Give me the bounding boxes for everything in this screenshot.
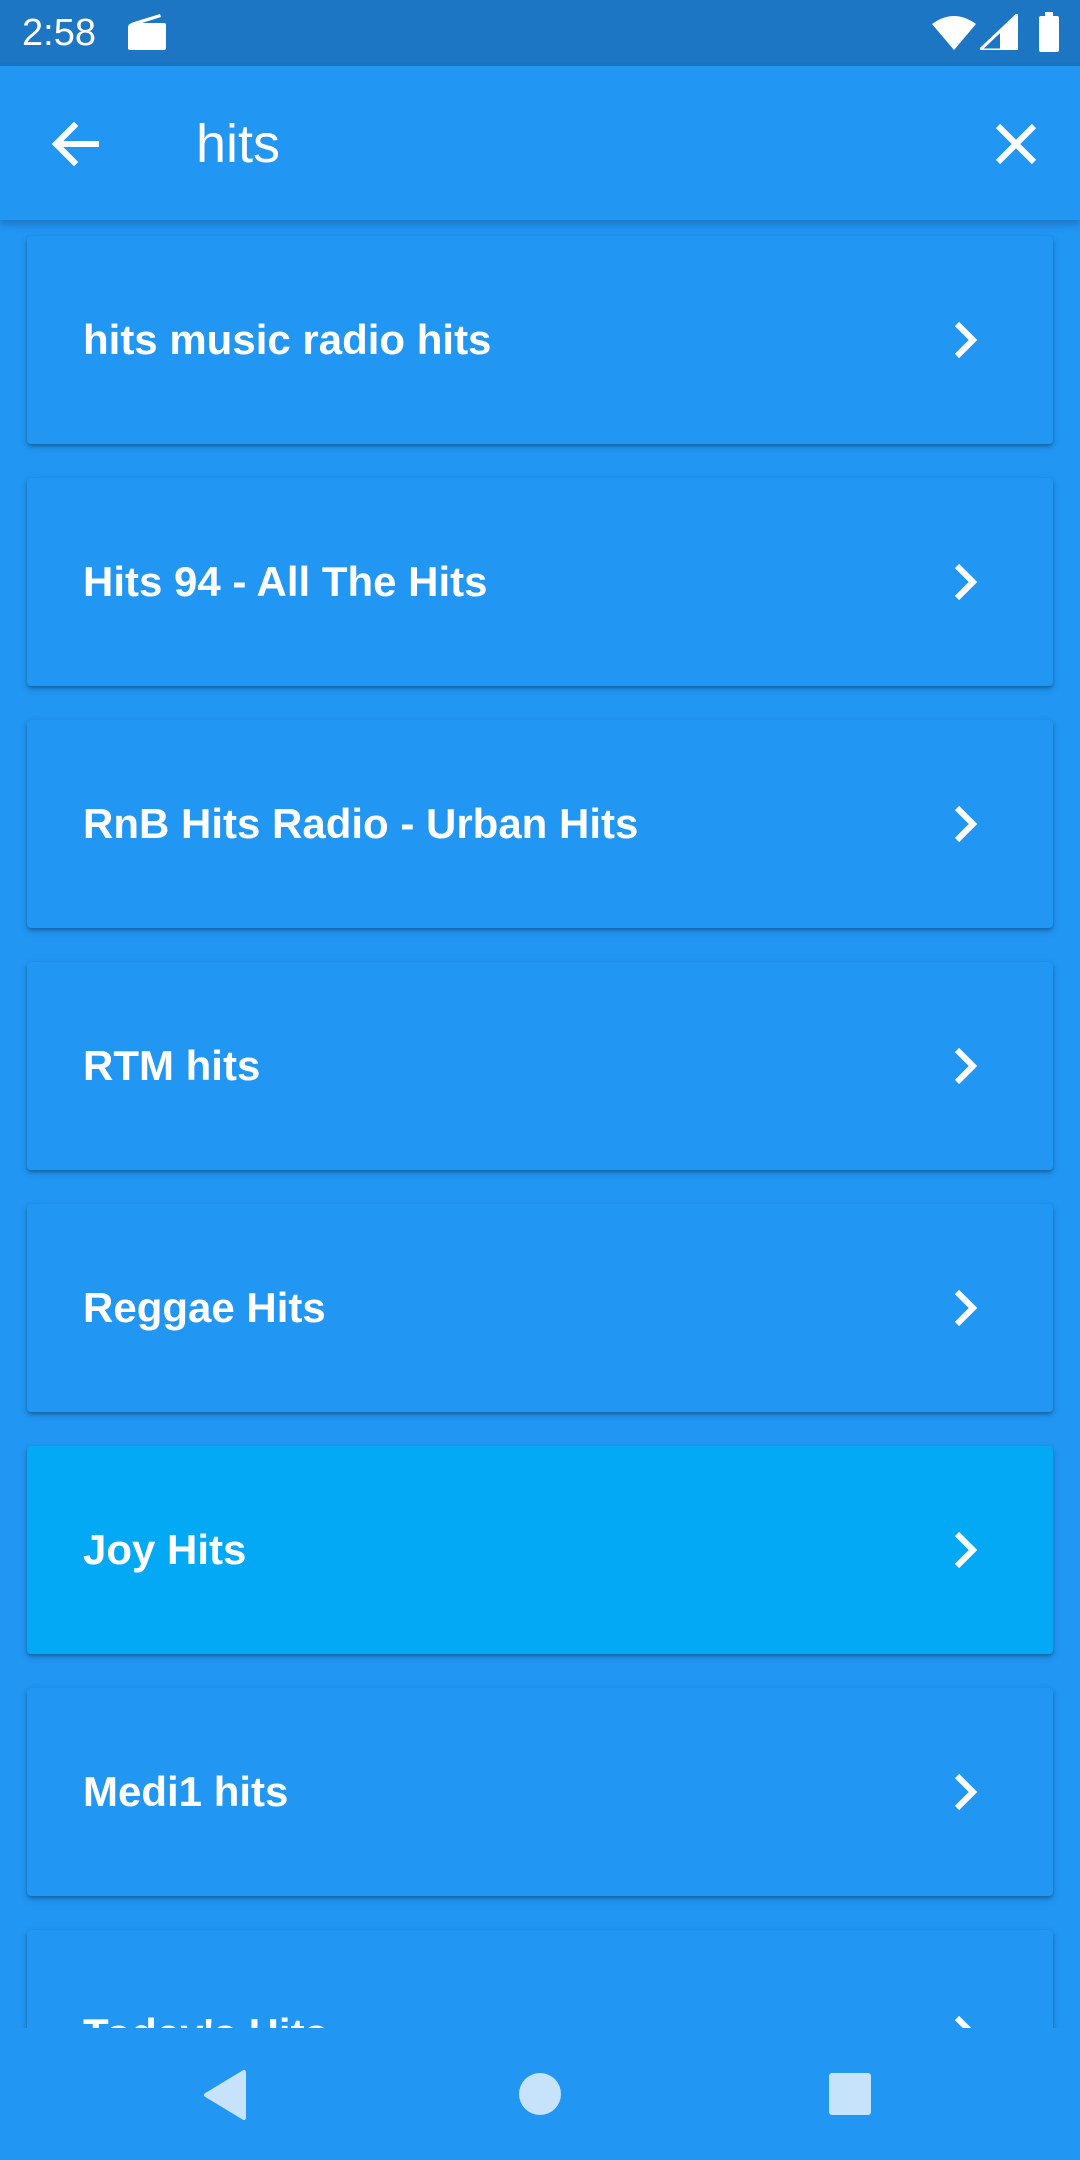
result-item[interactable]: RTM hits xyxy=(27,962,1053,1170)
nav-back-icon[interactable] xyxy=(200,2068,250,2122)
chevron-right-icon xyxy=(954,2015,972,2028)
result-item[interactable]: Today's Hits xyxy=(27,1930,1053,2028)
search-input[interactable] xyxy=(196,94,956,194)
result-label: RnB Hits Radio - Urban Hits xyxy=(83,800,639,847)
result-label: RTM hits xyxy=(83,1042,261,1089)
result-label: Today's Hits xyxy=(83,1930,328,2028)
result-label: Joy Hits xyxy=(83,1526,247,1573)
result-item[interactable]: Medi1 hits xyxy=(27,1688,1053,1896)
radio-icon xyxy=(128,14,166,50)
wifi-icon xyxy=(932,16,976,50)
chevron-right-icon xyxy=(954,563,978,601)
result-label: Hits 94 - All The Hits xyxy=(83,558,488,605)
close-icon[interactable] xyxy=(984,112,1048,176)
chevron-right-icon xyxy=(954,805,978,843)
chevron-right-icon xyxy=(954,321,978,359)
result-label: Reggae Hits xyxy=(83,1284,326,1331)
search-toolbar xyxy=(0,66,1080,220)
status-bar: 2:58 xyxy=(0,0,1080,66)
result-item-selected[interactable]: Joy Hits xyxy=(27,1446,1053,1654)
chevron-right-icon xyxy=(954,1531,978,1569)
results-list: hits music radio hits Hits 94 - All The … xyxy=(0,220,1080,2028)
navigation-bar xyxy=(0,2028,1080,2160)
battery-icon xyxy=(1039,12,1059,52)
chevron-right-icon xyxy=(954,1773,978,1811)
back-arrow-icon[interactable] xyxy=(44,112,108,176)
result-item[interactable]: Reggae Hits xyxy=(27,1204,1053,1412)
nav-home-icon[interactable] xyxy=(518,2072,562,2116)
result-item[interactable]: Hits 94 - All The Hits xyxy=(27,478,1053,686)
chevron-right-icon xyxy=(954,1047,978,1085)
signal-icon xyxy=(980,14,1018,50)
status-time: 2:58 xyxy=(22,12,96,54)
result-item[interactable]: hits music radio hits xyxy=(27,236,1053,444)
result-label: hits music radio hits xyxy=(83,316,492,363)
nav-recents-icon[interactable] xyxy=(828,2072,872,2116)
result-item[interactable]: RnB Hits Radio - Urban Hits xyxy=(27,720,1053,928)
result-label: Medi1 hits xyxy=(83,1768,289,1815)
chevron-right-icon xyxy=(954,1289,978,1327)
